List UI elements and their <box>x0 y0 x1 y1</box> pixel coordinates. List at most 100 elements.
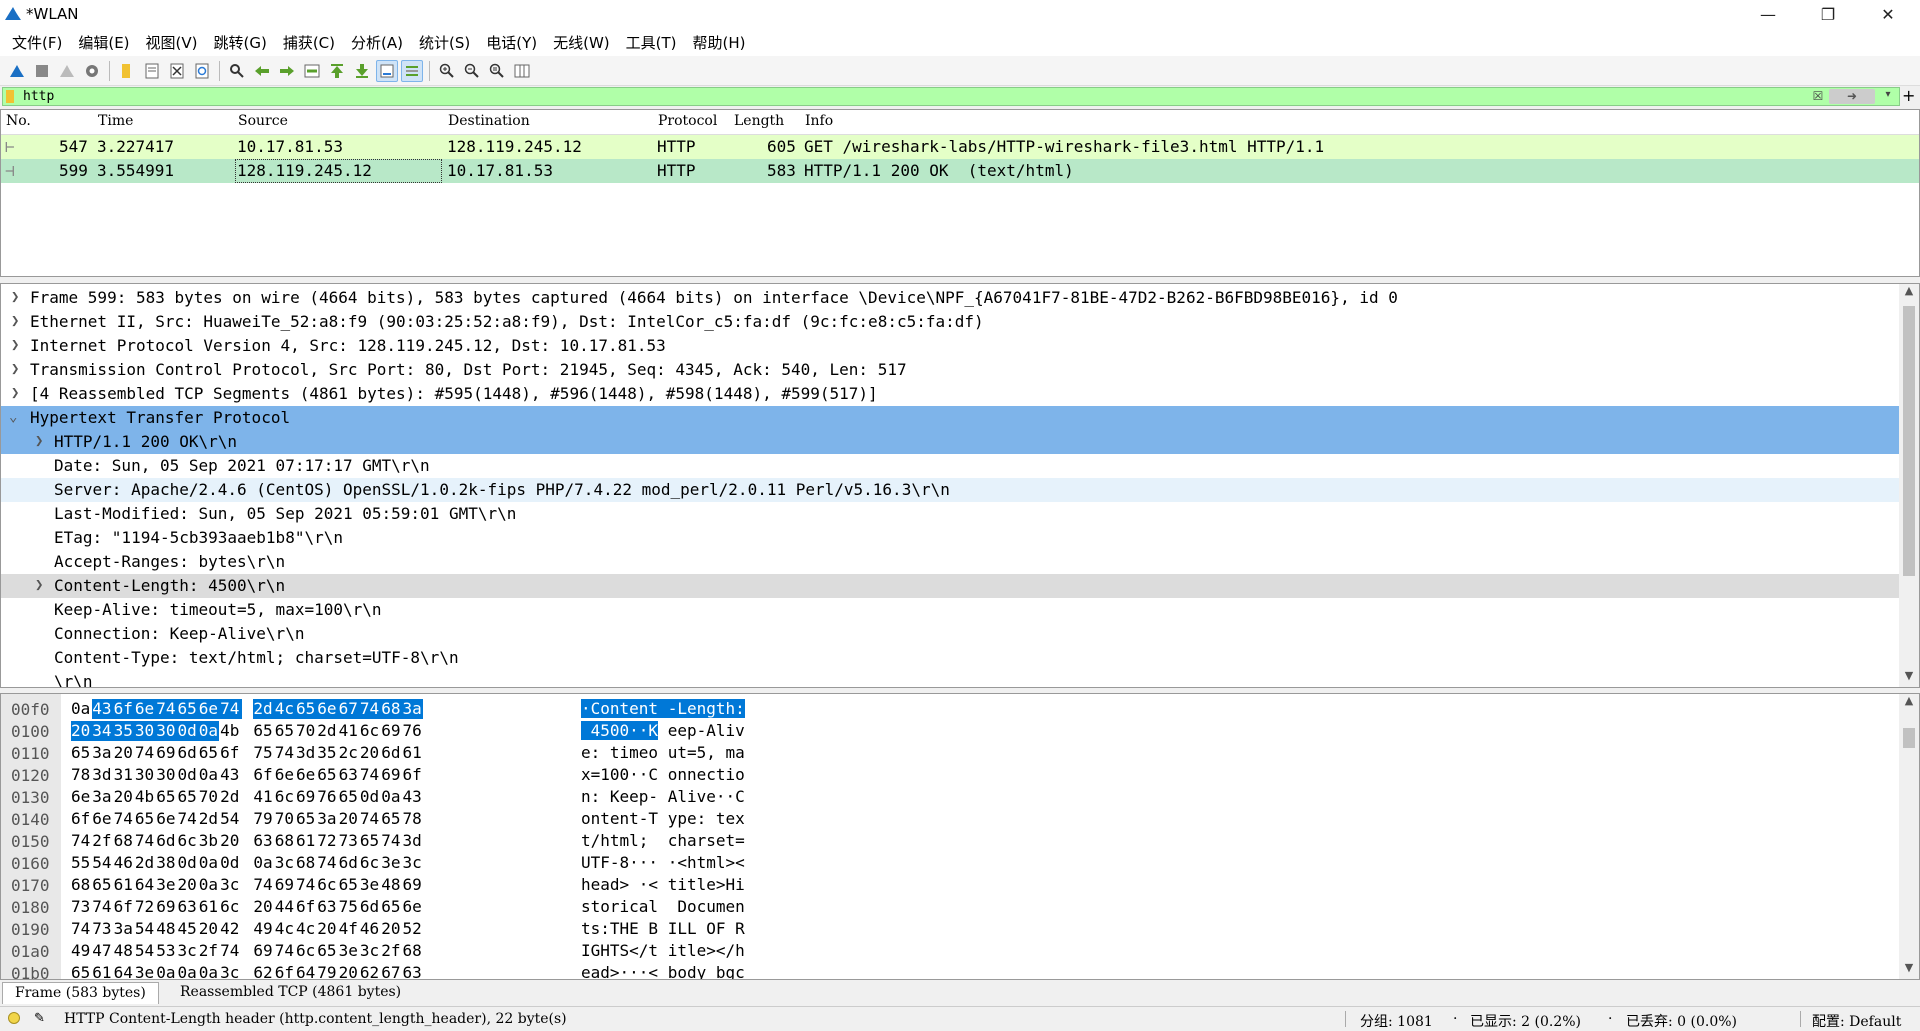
hex-byte[interactable]: 70 <box>275 809 297 829</box>
tab-reassembled-tcp[interactable]: Reassembled TCP (4861 bytes) <box>168 982 413 1003</box>
hex-byte[interactable]: 3c <box>220 963 240 979</box>
hex-byte[interactable]: 74 <box>114 809 136 829</box>
hex-byte[interactable]: 45 <box>178 919 200 939</box>
hex-byte[interactable]: 44 <box>275 897 297 917</box>
hex-byte[interactable]: 65 <box>275 721 297 741</box>
colorize-icon[interactable] <box>401 59 423 82</box>
hex-byte[interactable]: 74 <box>359 699 382 719</box>
expert-info-icon[interactable] <box>8 1012 20 1024</box>
hex-byte[interactable]: 74 <box>220 941 240 961</box>
hex-byte[interactable]: 68 <box>114 831 136 851</box>
hex-byte[interactable]: 63 <box>317 897 339 917</box>
menu-tools[interactable]: 工具(T) <box>618 32 685 53</box>
menu-wireless[interactable]: 无线(W) <box>545 32 618 53</box>
close-file-icon[interactable] <box>166 60 188 82</box>
hex-byte[interactable]: 3a <box>92 787 114 807</box>
hex-byte[interactable]: 41 <box>339 721 361 741</box>
hex-byte[interactable]: 6d <box>156 831 178 851</box>
hex-byte[interactable]: 6d <box>360 897 382 917</box>
hex-byte[interactable]: 30 <box>135 765 157 785</box>
hex-byte[interactable]: 30 <box>134 721 157 741</box>
hex-byte[interactable]: 74 <box>381 831 403 851</box>
hex-byte[interactable]: 6e <box>296 765 318 785</box>
hex-byte[interactable]: 3e <box>135 963 157 979</box>
hex-byte[interactable]: 3d <box>296 743 318 763</box>
hex-byte[interactable]: 61 <box>403 743 423 763</box>
hex-byte[interactable]: 4f <box>339 919 361 939</box>
hex-byte[interactable]: 0a <box>253 853 275 873</box>
hex-byte[interactable]: 0d <box>178 765 200 785</box>
hex-byte[interactable]: 43 <box>220 765 240 785</box>
ascii-text[interactable]: e: timeo ut=5, ma <box>581 743 745 763</box>
apply-filter-icon[interactable]: ➜ <box>1829 89 1875 104</box>
scroll-up-icon[interactable]: ▲ <box>1899 284 1919 302</box>
hex-byte[interactable]: 20 <box>339 963 361 979</box>
filter-history-dropdown-icon[interactable]: ▾ <box>1881 89 1895 100</box>
hex-byte[interactable]: 3e <box>360 875 382 895</box>
ascii-text[interactable]: ontent-T ype: tex <box>581 809 745 829</box>
hex-byte[interactable]: 3a <box>402 699 423 719</box>
hex-byte[interactable]: 3d <box>403 831 423 851</box>
menu-statistics[interactable]: 统计(S) <box>411 32 478 53</box>
menu-analyze[interactable]: 分析(A) <box>343 32 411 53</box>
hex-byte[interactable]: 64 <box>135 875 157 895</box>
hex-byte[interactable]: 46 <box>114 853 136 873</box>
hex-byte[interactable]: 6e <box>156 809 178 829</box>
profile-label[interactable]: 配置: Default <box>1812 1011 1901 1031</box>
hex-byte[interactable]: 74 <box>71 831 93 851</box>
hex-byte[interactable]: 74 <box>360 765 382 785</box>
hex-byte[interactable]: 0a <box>178 963 200 979</box>
hex-byte[interactable]: 6f <box>71 809 93 829</box>
column-info[interactable]: Info <box>805 113 833 129</box>
hex-byte[interactable]: 3c <box>275 853 297 873</box>
tree-item-date[interactable]: Date: Sun, 05 Sep 2021 07:17:17 GMT\r\n <box>1 454 1899 478</box>
tree-item-accept-ranges[interactable]: Accept-Ranges: bytes\r\n <box>1 550 1899 574</box>
hex-byte[interactable]: 6f <box>253 765 275 785</box>
hex-byte[interactable]: 3e <box>381 853 403 873</box>
hex-byte[interactable]: 6c <box>360 721 382 741</box>
hex-byte[interactable]: 0d <box>177 721 200 741</box>
hex-byte[interactable]: 73 <box>339 831 361 851</box>
column-source[interactable]: Source <box>238 113 288 129</box>
hex-byte[interactable]: 3c <box>403 853 423 873</box>
hex-byte[interactable]: 0a <box>198 721 219 741</box>
open-file-icon[interactable] <box>116 60 138 82</box>
hex-byte[interactable]: 4b <box>135 787 157 807</box>
menu-capture[interactable]: 捕获(C) <box>275 32 343 53</box>
hex-byte[interactable]: 69 <box>156 897 178 917</box>
menu-file[interactable]: 文件(F) <box>4 32 70 53</box>
hex-byte[interactable]: 70 <box>296 721 318 741</box>
hex-byte[interactable]: 42 <box>220 919 240 939</box>
hex-byte[interactable]: 43 <box>92 699 115 719</box>
hex-byte[interactable]: 6c <box>317 875 339 895</box>
hex-byte[interactable]: 52 <box>403 919 423 939</box>
scroll-up-icon[interactable]: ▲ <box>1899 694 1919 712</box>
hex-byte[interactable]: 0a <box>199 765 221 785</box>
hex-byte[interactable]: 4c <box>275 919 297 939</box>
hex-byte[interactable]: 48 <box>156 919 178 939</box>
hex-byte[interactable]: 62 <box>360 963 382 979</box>
hex-byte[interactable]: 79 <box>253 809 275 829</box>
hex-byte[interactable]: 20 <box>199 919 221 939</box>
hex-byte[interactable]: 3d <box>92 765 114 785</box>
hex-byte[interactable]: 2d <box>317 721 339 741</box>
hex-byte[interactable]: 6e <box>71 787 93 807</box>
hex-byte[interactable]: 65 <box>381 809 403 829</box>
column-length[interactable]: Length <box>734 113 784 129</box>
hex-byte[interactable]: 20 <box>114 787 136 807</box>
hex-row[interactable]: 0110 65 3a 20 74 69 6d 65 6f 75 74 3d 35 2c 20 6d 61 e: t… <box>1 742 1899 764</box>
hex-byte[interactable]: 74 <box>296 875 318 895</box>
hex-byte[interactable]: 49 <box>253 919 275 939</box>
hex-byte[interactable]: 65 <box>296 699 318 719</box>
hex-byte[interactable]: 6d <box>381 743 403 763</box>
hex-byte[interactable]: 0a <box>156 963 178 979</box>
hex-byte[interactable]: 4c <box>274 699 297 719</box>
tree-item-ipv4[interactable]: ❯ Internet Protocol Version 4, Src: 128.1… <box>1 334 1899 358</box>
tree-item-tcp[interactable]: ❯ Transmission Control Protocol, Src Port… <box>1 358 1899 382</box>
hex-byte[interactable]: 65 <box>177 699 200 719</box>
expand-arrow-icon[interactable]: ❯ <box>11 361 19 377</box>
hex-byte[interactable]: 0a <box>199 963 221 979</box>
hex-row[interactable]: 0100 20 34 35 30 30 0d 0a 4b 65 65 70 2d 41 6c 69 76 450… <box>1 720 1899 742</box>
hex-byte[interactable]: 6f <box>113 699 136 719</box>
scroll-down-icon[interactable]: ▼ <box>1899 669 1919 687</box>
